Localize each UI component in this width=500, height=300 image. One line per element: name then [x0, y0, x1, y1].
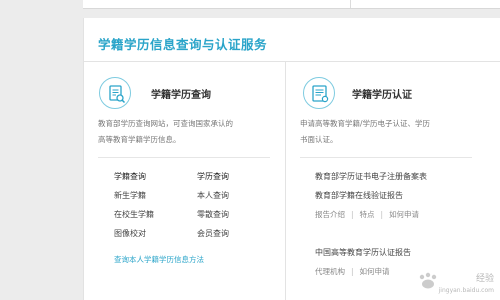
link-electronic-registration-form[interactable]: 教育部学历证书电子注册备案表: [315, 171, 427, 182]
link-how-to-apply[interactable]: 如何申请: [389, 210, 419, 219]
section-title: 学籍学历信息查询与认证服务: [98, 37, 268, 52]
link-report-intro[interactable]: 报告介绍: [315, 210, 345, 219]
document-search-icon: [99, 77, 131, 109]
link-member-query[interactable]: 会员查询: [197, 228, 229, 239]
column-header-degree[interactable]: 学历查询: [197, 171, 229, 182]
link-features[interactable]: 特点: [360, 210, 375, 219]
card-title-query[interactable]: 学籍学历查询: [151, 86, 211, 101]
link-how-to-apply-certification[interactable]: 如何申请: [360, 267, 390, 276]
watermark: 经验 jingyan.baidu.com: [439, 274, 494, 296]
document-certificate-icon: [303, 77, 335, 109]
top-strip-divider: [350, 0, 351, 8]
certification-description-line2: 书面认证。: [300, 135, 338, 144]
separator: |: [380, 210, 384, 219]
link-online-verification-report[interactable]: 教育部学籍在线验证报告: [315, 190, 403, 201]
watermark-title: 经验: [475, 274, 494, 284]
watermark-logo-icon: [419, 272, 437, 289]
title-divider: [84, 61, 500, 62]
link-new-student-status[interactable]: 新生学籍: [114, 190, 146, 201]
top-strip: [83, 0, 500, 9]
verification-report-links: 报告介绍 | 特点 | 如何申请: [315, 209, 419, 220]
separator: |: [351, 210, 354, 219]
link-single-query[interactable]: 零散查询: [197, 209, 229, 220]
certification-divider: [300, 157, 472, 158]
link-self-query[interactable]: 本人查询: [197, 190, 229, 201]
link-agencies[interactable]: 代理机构: [315, 267, 345, 276]
watermark-url: jingyan.baidu.com: [438, 287, 494, 294]
separator: |: [351, 267, 354, 276]
link-enrolled-student-status[interactable]: 在校生学籍: [114, 209, 154, 220]
card-title-certification[interactable]: 学籍学历认证: [352, 86, 412, 101]
column-header-student-status[interactable]: 学籍查询: [114, 171, 146, 182]
certification-description-line1: 申请高等教育学籍/学历电子认证、学历: [300, 119, 431, 128]
query-method-link[interactable]: 查询本人学籍学历信息方法: [114, 254, 204, 265]
query-description-line2: 高等教育学籍学历信息。: [98, 135, 181, 144]
query-divider: [98, 157, 270, 158]
query-description-line1: 教育部学历查询网站，可查询国家承认的: [98, 119, 233, 128]
certification-report-links: 代理机构 | 如何申请: [315, 266, 390, 277]
link-image-verification[interactable]: 图像校对: [114, 228, 146, 239]
column-divider: [285, 62, 286, 300]
link-degree-certification-report[interactable]: 中国高等教育学历认证报告: [315, 247, 411, 258]
service-panel: 学籍学历信息查询与认证服务 学籍学历查询 教育部学历查询网站，可查询国家承认的 …: [83, 18, 500, 300]
